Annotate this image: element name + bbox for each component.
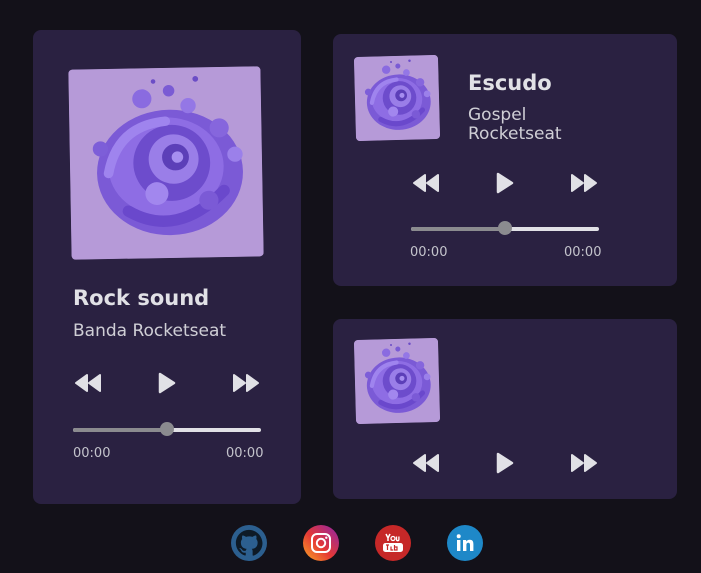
player-card-mini [333,319,677,499]
play-icon [495,452,515,474]
player-card-compact: Escudo Gospel Rocketseat 00:00 00:00 [333,34,677,286]
album-cover [353,54,441,142]
fast-forward-button[interactable] [569,171,599,195]
youtube-link[interactable] [375,525,411,561]
album-cover [68,66,264,260]
playback-controls [411,451,599,475]
current-time: 00:00 [73,446,111,461]
rewind-icon [412,453,440,473]
fast-forward-icon [232,373,260,393]
progress-slider[interactable] [411,221,599,235]
youtube-icon [383,533,403,552]
rewind-button[interactable] [411,451,441,475]
fast-forward-icon [570,453,598,473]
song-title: Rock sound [73,286,210,310]
total-time: 00:00 [226,446,264,461]
progress-fill [73,428,167,432]
fast-forward-icon [570,173,598,193]
rewind-button[interactable] [73,371,103,395]
instagram-icon [311,533,331,553]
linkedin-link[interactable] [447,525,483,561]
github-link[interactable] [231,525,267,561]
rewind-icon [412,173,440,193]
instagram-link[interactable] [303,525,339,561]
song-artist: Banda Rocketseat [73,321,227,341]
play-icon [157,372,177,394]
total-time: 00:00 [564,245,602,260]
linkedin-icon [456,534,474,551]
song-artist: Gospel Rocketseat [468,105,562,144]
progress-thumb[interactable] [160,422,174,436]
rewind-button[interactable] [411,171,441,195]
fast-forward-button[interactable] [231,371,261,395]
progress-slider[interactable] [73,422,261,436]
rewind-icon [74,373,102,393]
play-button[interactable] [152,371,182,395]
player-card-main: Rock sound Banda Rocketseat 00:00 00:00 [33,30,301,504]
fast-forward-button[interactable] [569,451,599,475]
current-time: 00:00 [410,245,448,260]
progress-fill [411,227,505,231]
playback-controls [411,171,599,195]
github-icon [235,529,263,556]
album-cover [353,337,441,425]
playback-controls [73,371,261,395]
song-title: Escudo [468,71,552,95]
play-button[interactable] [490,171,520,195]
progress-thumb[interactable] [498,221,512,235]
play-icon [495,172,515,194]
play-button[interactable] [490,451,520,475]
